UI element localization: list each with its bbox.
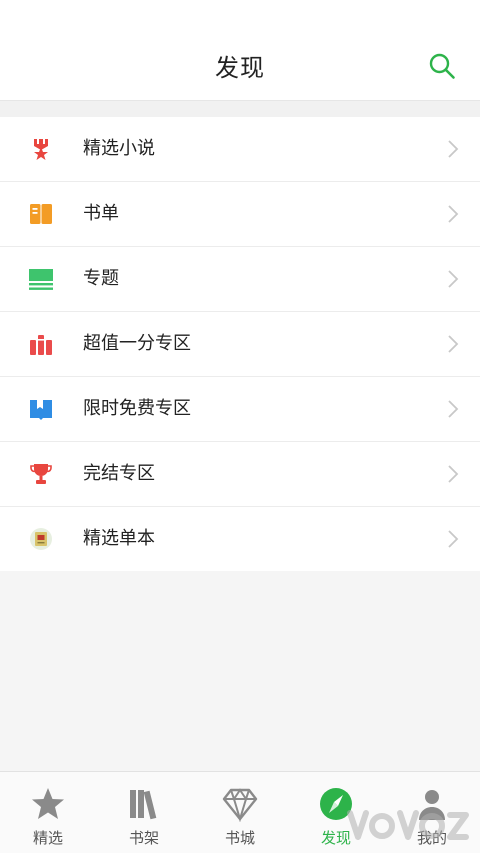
chevron-right-icon <box>448 270 459 288</box>
menu-item-one-cent-zone[interactable]: 超值一分专区 <box>0 312 480 377</box>
open-book-icon <box>30 204 52 224</box>
chevron-right-icon <box>448 140 459 158</box>
page-title: 发现 <box>215 54 265 82</box>
tab-bookstore[interactable]: 书城 <box>192 772 288 853</box>
menu-item-label: 限时免费专区 <box>83 398 191 419</box>
menu-item-booklist[interactable]: 书单 <box>0 182 480 247</box>
chevron-right-icon <box>448 205 459 223</box>
chevron-right-icon <box>448 400 459 418</box>
tab-bookshelf[interactable]: 书架 <box>96 772 192 853</box>
tab-label: 书城 <box>224 829 255 847</box>
chevron-right-icon <box>448 335 459 353</box>
trophy-icon <box>30 464 52 484</box>
menu-item-label: 精选小说 <box>83 138 155 159</box>
menu-item-label: 书单 <box>83 203 119 224</box>
top-bar: 发现 <box>0 0 480 101</box>
menu-item-label: 超值一分专区 <box>83 333 191 354</box>
section-spacer <box>0 101 480 117</box>
menu-item-featured-novels[interactable]: 精选小说 <box>0 117 480 182</box>
books-stack-icon <box>30 335 52 355</box>
menu-item-limited-free-zone[interactable]: 限时免费专区 <box>0 377 480 442</box>
menu-item-featured-singles[interactable]: 精选单本 <box>0 507 480 571</box>
tab-label: 书架 <box>128 829 159 847</box>
tab-featured[interactable]: 精选 <box>0 772 96 853</box>
search-icon[interactable] <box>428 52 456 80</box>
topic-list-icon <box>29 269 53 290</box>
chevron-right-icon <box>448 530 459 548</box>
menu-item-label: 精选单本 <box>83 528 155 549</box>
menu-item-topics[interactable]: 专题 <box>0 247 480 312</box>
discover-menu-list: 精选小说 书单 专题 超值一分专区 限时免费专区 完结专区 精选单本 <box>0 117 480 571</box>
diamond-icon <box>222 788 258 822</box>
menu-item-label: 专题 <box>83 268 119 289</box>
bookshelf-icon <box>130 790 157 820</box>
watermark-logo <box>347 810 469 840</box>
star-icon <box>32 788 64 819</box>
chevron-right-icon <box>448 465 459 483</box>
menu-item-completed-zone[interactable]: 完结专区 <box>0 442 480 507</box>
bookmark-book-icon <box>30 400 52 420</box>
menu-item-label: 完结专区 <box>83 463 155 484</box>
ribbon-star-icon <box>34 139 48 160</box>
single-book-icon <box>30 528 52 550</box>
tab-label: 精选 <box>32 829 63 847</box>
